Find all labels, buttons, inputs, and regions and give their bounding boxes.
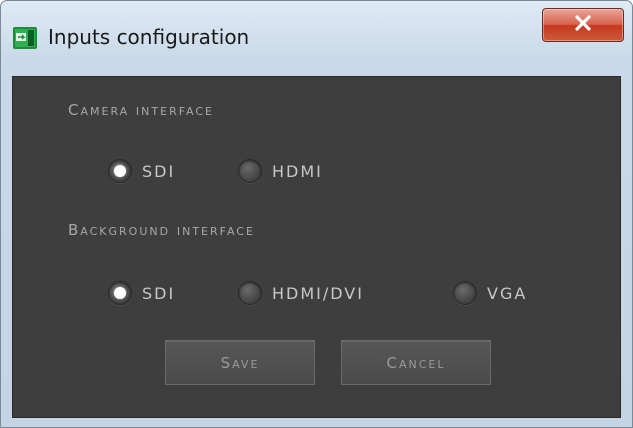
window-title: Inputs configuration xyxy=(48,25,250,49)
camera-hdmi-label: HDMI xyxy=(272,161,323,181)
radio-unselected-icon xyxy=(238,281,262,305)
background-sdi-label: SDI xyxy=(142,283,176,303)
inputs-configuration-window: Inputs configuration Camera interface SD… xyxy=(0,0,633,428)
radio-unselected-icon xyxy=(238,159,262,183)
camera-sdi-label: SDI xyxy=(142,161,176,181)
radio-unselected-icon xyxy=(453,281,477,305)
camera-sdi-radio[interactable]: SDI xyxy=(108,159,175,183)
cancel-button[interactable]: Cancel xyxy=(341,340,491,385)
save-button[interactable]: Save xyxy=(165,340,315,385)
background-vga-radio[interactable]: VGA xyxy=(453,281,527,305)
radio-selected-icon xyxy=(108,159,132,183)
title-bar[interactable]: Inputs configuration xyxy=(1,1,632,76)
close-icon xyxy=(574,15,592,35)
radio-selected-icon xyxy=(108,281,132,305)
background-interface-label: Background interface xyxy=(68,221,255,239)
background-sdi-radio[interactable]: SDI xyxy=(108,281,175,305)
background-hdmi-dvi-label: HDMI/DVI xyxy=(272,283,364,303)
background-hdmi-dvi-radio[interactable]: HDMI/DVI xyxy=(238,281,364,305)
app-icon xyxy=(13,27,37,49)
background-vga-label: VGA xyxy=(487,283,528,303)
close-button[interactable] xyxy=(542,8,624,42)
camera-interface-label: Camera interface xyxy=(68,101,214,119)
settings-panel: Camera interface SDI HDMI Background int… xyxy=(12,76,621,418)
camera-hdmi-radio[interactable]: HDMI xyxy=(238,159,323,183)
